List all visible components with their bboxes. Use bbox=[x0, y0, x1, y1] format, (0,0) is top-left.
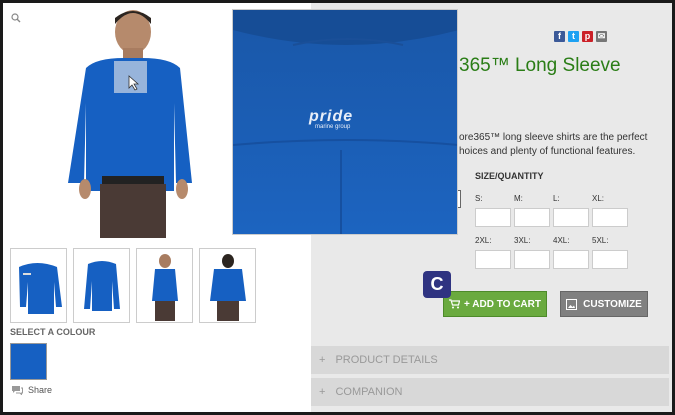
thumbnail-model-side[interactable] bbox=[136, 248, 193, 323]
product-title: 365™ Long Sleeve bbox=[459, 55, 621, 76]
twitter-icon[interactable]: t bbox=[568, 31, 579, 42]
size-label-5xl: 5XL: bbox=[592, 236, 609, 245]
size-input-3xl[interactable] bbox=[514, 250, 550, 269]
email-icon[interactable]: ✉ bbox=[596, 31, 607, 42]
size-label-s: S: bbox=[475, 194, 483, 203]
thumbnail-side[interactable] bbox=[73, 248, 130, 323]
product-description: ore365™ long sleeve shirts are the perfe… bbox=[459, 132, 648, 157]
share-link[interactable]: Share bbox=[11, 385, 52, 395]
thumbnail-front[interactable] bbox=[10, 248, 67, 323]
accordion-companion[interactable]: + COMPANION bbox=[311, 378, 669, 406]
add-to-cart-button[interactable]: + ADD TO CART bbox=[443, 291, 547, 317]
facebook-icon[interactable]: f bbox=[554, 31, 565, 42]
shirt-back-image bbox=[6, 6, 232, 238]
size-label-2xl: 2XL: bbox=[475, 236, 492, 245]
size-label-4xl: 4XL: bbox=[553, 236, 570, 245]
thumbnail-model-back[interactable] bbox=[199, 248, 256, 323]
plus-icon: + bbox=[319, 386, 326, 398]
size-label-xl: XL: bbox=[592, 194, 605, 203]
logo-subtext: marine group bbox=[315, 124, 351, 130]
pinterest-icon[interactable]: p bbox=[582, 31, 593, 42]
customize-button[interactable]: CUSTOMIZE bbox=[560, 291, 648, 317]
image-icon bbox=[566, 298, 578, 310]
colour-swatch-blue[interactable] bbox=[10, 343, 47, 380]
cart-icon bbox=[449, 299, 461, 309]
size-input-m[interactable] bbox=[514, 208, 550, 227]
select-colour-label: SELECT A COLOUR bbox=[10, 327, 96, 337]
size-input-4xl[interactable] bbox=[553, 250, 589, 269]
size-input-2xl[interactable] bbox=[475, 250, 511, 269]
size-label-l: L: bbox=[553, 194, 560, 203]
size-label-m: M: bbox=[514, 194, 523, 203]
size-label-3xl: 3XL: bbox=[514, 236, 531, 245]
thumbnail-strip bbox=[10, 248, 256, 323]
plus-icon: + bbox=[319, 354, 326, 366]
size-input-5xl[interactable] bbox=[592, 250, 628, 269]
page-frame: f t p ✉ 365™ Long Sleeve ore365™ long sl… bbox=[0, 0, 675, 415]
size-input-l[interactable] bbox=[553, 208, 589, 227]
size-input-s[interactable] bbox=[475, 208, 511, 227]
share-icon bbox=[12, 386, 23, 395]
social-share-icons: f t p ✉ bbox=[554, 31, 607, 42]
zoom-preview: pride marine group bbox=[232, 9, 458, 235]
c-badge: C bbox=[423, 271, 451, 298]
main-product-image[interactable] bbox=[6, 6, 232, 238]
size-quantity-heading: SIZE/QUANTITY bbox=[475, 171, 544, 181]
size-input-xl[interactable] bbox=[592, 208, 628, 227]
search-icon[interactable] bbox=[11, 13, 21, 23]
accordion-product-details[interactable]: + PRODUCT DETAILS bbox=[311, 346, 669, 374]
